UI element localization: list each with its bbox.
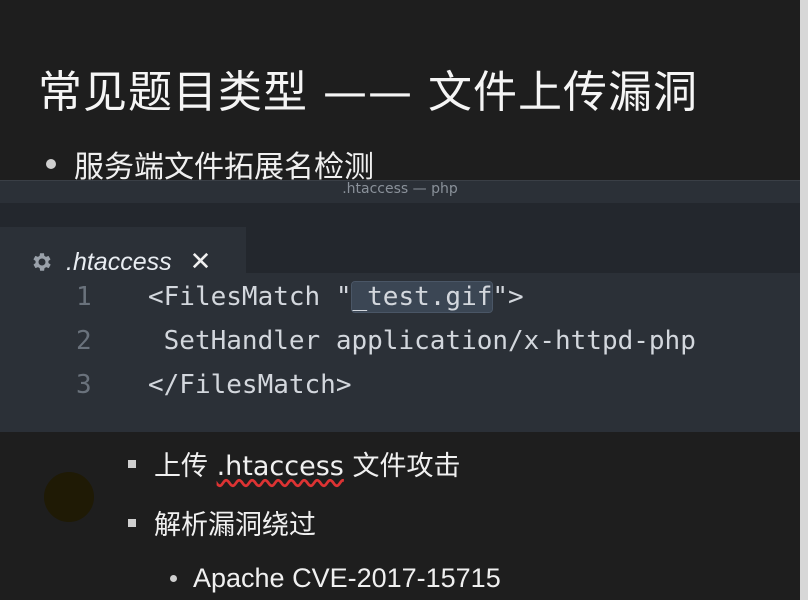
selected-text: _test.gif (350, 281, 494, 313)
code-line: 2 SetHandler application/x-httpd-php (0, 319, 800, 363)
bullet-text: Apache CVE-2017-15715 (193, 563, 501, 593)
line-number: 2 (76, 326, 92, 356)
bullet-dot (46, 159, 56, 169)
bullet-highlight: .htaccess (216, 451, 344, 482)
line-number: 1 (76, 282, 92, 312)
code-line: 3 </FilesMatch> (0, 363, 800, 407)
window-edge (800, 0, 808, 600)
bullet-text: 上传 .htaccess 文件攻击 (154, 444, 460, 483)
bullet-dot (170, 575, 177, 582)
editor-tab-bar: .htaccess ✕ (0, 203, 800, 297)
bullet-prefix: 上传 (154, 451, 217, 482)
code-area[interactable]: 1 <FilesMatch "_test.gif"> 2 SetHandler … (0, 275, 800, 407)
slide-title: 常见题目类型 —— 文件上传漏洞 (38, 67, 698, 118)
laser-pointer-dot (44, 472, 94, 522)
tab-label: .htaccess (66, 247, 172, 276)
code-editor: .htaccess — php .htaccess ✕ 1 <FilesMatc… (0, 180, 800, 432)
bullet-text: 解析漏洞绕过 (154, 510, 316, 541)
code-text: <FilesMatch "_test.gif"> (120, 275, 524, 319)
bullet-parse-bypass: 解析漏洞绕过 (128, 503, 316, 542)
code-token: <FilesMatch " (148, 282, 352, 312)
bullet-square (128, 518, 136, 527)
gear-icon (33, 253, 51, 271)
slide: 常见题目类型 —— 文件上传漏洞 服务端文件拓展名检测 .htaccess — … (0, 0, 808, 600)
editor-window-title: .htaccess — php (342, 181, 458, 197)
code-text: </FilesMatch> (148, 370, 352, 400)
bullet-suffix: 文件攻击 (343, 451, 461, 482)
bullet-upload-htaccess: 上传 .htaccess 文件攻击 (128, 444, 460, 483)
close-icon[interactable]: ✕ (190, 249, 212, 275)
code-line: 1 <FilesMatch "_test.gif"> (0, 275, 800, 319)
code-text: SetHandler application/x-httpd-php (148, 326, 696, 356)
line-number: 3 (76, 370, 92, 400)
code-token: "> (492, 282, 524, 312)
bullet-cve: Apache CVE-2017-15715 (170, 563, 501, 594)
bullet-square (128, 459, 136, 468)
